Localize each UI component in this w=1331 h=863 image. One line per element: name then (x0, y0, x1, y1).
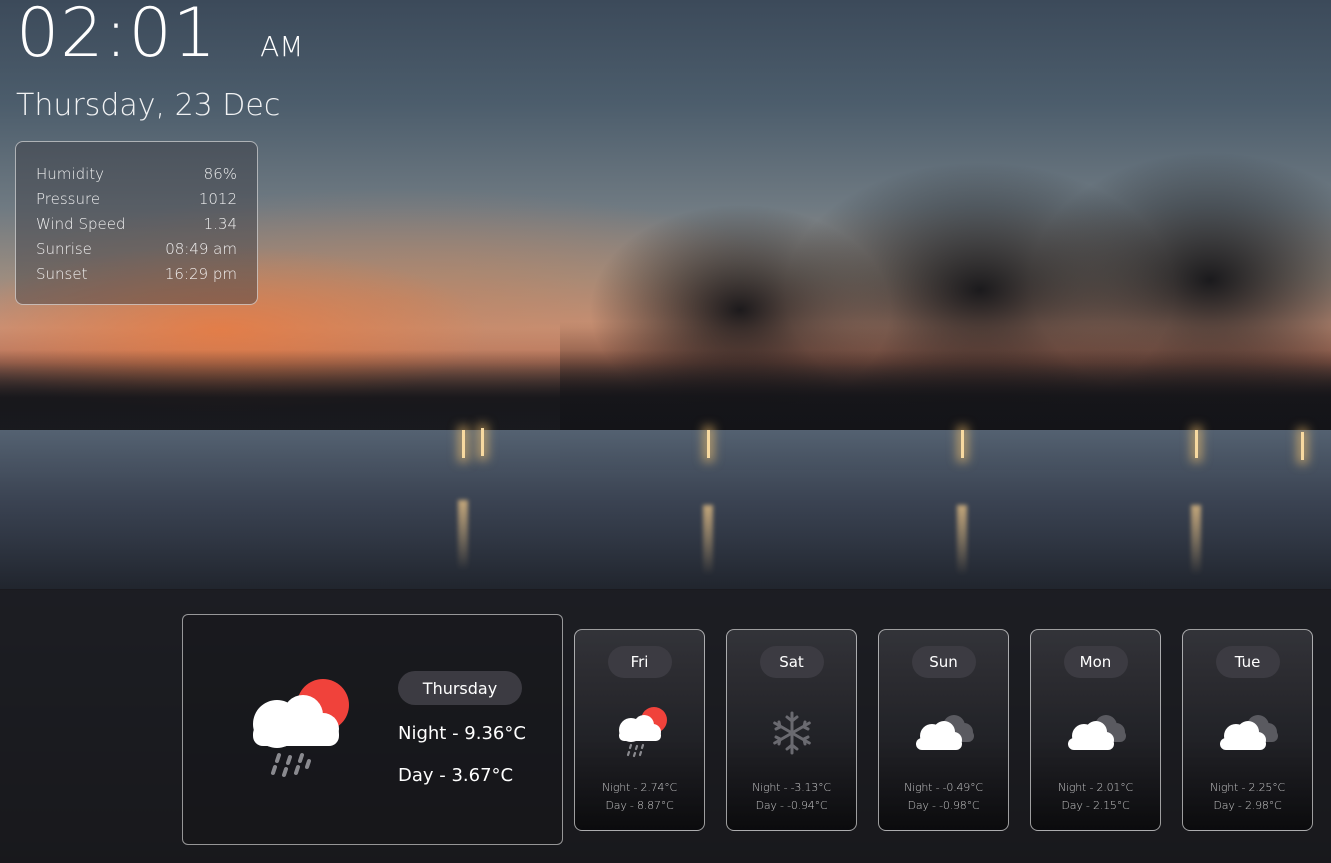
forecast-night-temp: Night - 2.25°C (1209, 781, 1285, 794)
detail-value: 16:29 pm (164, 265, 237, 283)
today-card[interactable]: Thursday Night - 9.36°C Day - 3.67°C (182, 614, 563, 845)
forecast-day-temp: Day - 2.15°C (1061, 799, 1130, 812)
background-water (0, 430, 1331, 590)
today-day-temp: Day - 3.67°C (398, 765, 514, 786)
today-night-temp: Night - 9.36°C (398, 723, 526, 744)
lamp-reflection (703, 505, 713, 575)
lamp-reflection (458, 500, 468, 570)
detail-label: Humidity (36, 165, 105, 183)
cloud-icon (1219, 715, 1278, 750)
forecast-day-temp: Day - 8.87°C (605, 799, 674, 812)
clock-ampm: AM (260, 30, 304, 63)
detail-row-sunset: Sunset 16:29 pm (36, 264, 237, 289)
lamp-light (1301, 432, 1304, 460)
cloud-icon (915, 715, 974, 750)
lamp-light (481, 428, 484, 456)
detail-value: 86% (203, 165, 237, 183)
detail-row-wind-speed: Wind Speed 1.34 (36, 214, 237, 239)
detail-label: Sunrise (36, 240, 92, 258)
forecast-card-mon[interactable]: Mon Night - 2.01°C Day - 2.15°C (1030, 629, 1161, 831)
forecast-night-temp: Night - 2.74°C (601, 781, 677, 794)
detail-value: 1012 (198, 190, 237, 208)
forecast-day-label: Mon (1063, 646, 1128, 678)
forecast-night-temp: Night - -3.13°C (752, 781, 831, 794)
detail-label: Wind Speed (36, 215, 126, 233)
forecast-day-temp: Day - 2.98°C (1213, 799, 1282, 812)
lamp-light (1195, 430, 1198, 458)
forecast-day-temp: Day - -0.98°C (907, 799, 980, 812)
cloud-icon (1067, 715, 1126, 750)
current-date: Thursday, 23 Dec (16, 88, 281, 123)
lamp-reflection (957, 505, 967, 575)
lamp-light (961, 430, 964, 458)
forecast-night-temp: Night - -0.49°C (904, 781, 983, 794)
forecast-card-tue[interactable]: Tue Night - 2.25°C Day - 2.98°C (1182, 629, 1313, 831)
forecast-day-temp: Day - -0.94°C (755, 799, 828, 812)
forecast-card-sun[interactable]: Sun Night - -0.49°C Day - -0.98°C (878, 629, 1009, 831)
forecast-day-label: Fri (607, 646, 672, 678)
forecast-day-label: Sat (759, 646, 824, 678)
forecast-day-label: Tue (1215, 646, 1280, 678)
detail-row-humidity: Humidity 86% (36, 164, 237, 189)
forecast-day-label: Sun (911, 646, 976, 678)
forecast-card-fri[interactable]: Fri Night - 2.74°C Day - 8.87°C (574, 629, 705, 831)
weather-details-panel: Humidity 86% Pressure 1012 Wind Speed 1.… (15, 141, 258, 305)
detail-label: Sunset (36, 265, 88, 283)
detail-value: 1.34 (203, 215, 237, 233)
detail-label: Pressure (36, 190, 101, 208)
snowflake-icon (772, 711, 811, 755)
lamp-light (462, 430, 465, 458)
lamp-light (707, 430, 710, 458)
detail-value: 08:49 am (165, 240, 237, 258)
detail-row-pressure: Pressure 1012 (36, 189, 237, 214)
today-day-label: Thursday (398, 671, 522, 705)
lamp-reflection (1191, 505, 1201, 575)
clock: 02:01 AM (16, 0, 303, 73)
detail-row-sunrise: Sunrise 08:49 am (36, 239, 237, 264)
clock-time: 02:01 (16, 0, 217, 73)
rain-sun-icon (618, 707, 667, 758)
forecast-card-sat[interactable]: Sat Night - -3.13°C Day - -0.94°C (726, 629, 857, 831)
forecast-night-temp: Night - 2.01°C (1057, 781, 1133, 794)
rain-sun-icon (253, 679, 349, 777)
